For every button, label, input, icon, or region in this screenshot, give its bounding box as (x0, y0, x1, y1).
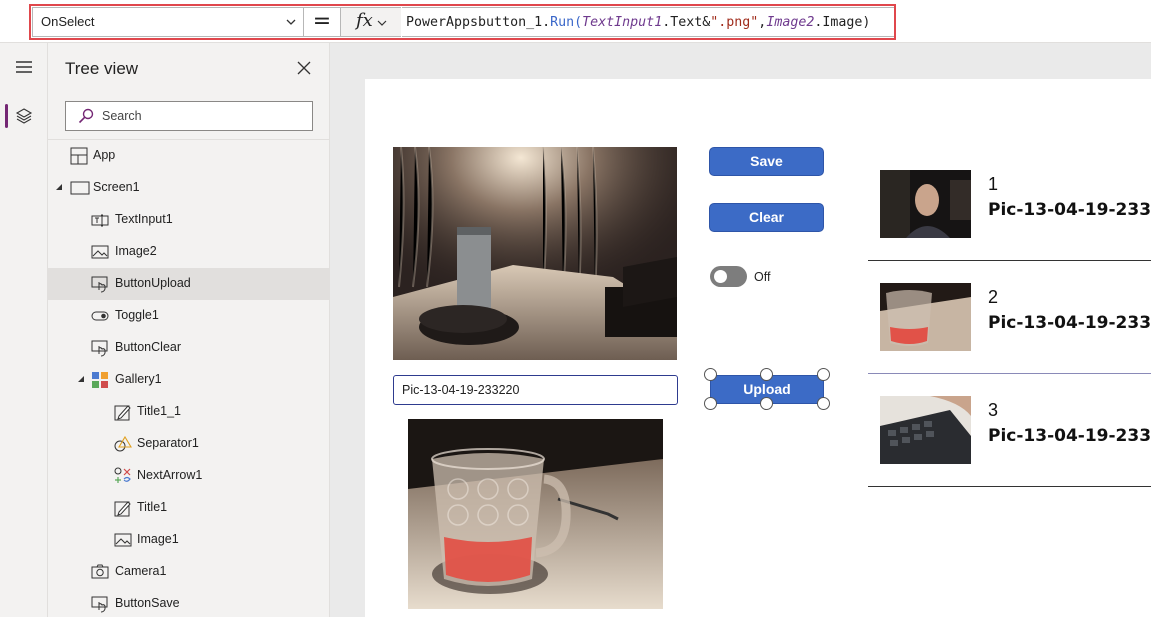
gallery-item-number: 1 (988, 174, 999, 194)
tree-search-box[interactable] (65, 101, 313, 131)
tree-item-textinput1[interactable]: TextInput1 (48, 204, 330, 236)
button-icon (91, 596, 108, 613)
tree-item-label: Image1 (137, 532, 179, 546)
gallery-thumbnail (880, 283, 971, 351)
room-photo (393, 147, 677, 360)
gallery-item-title: Pic-13-04-19-233222 (988, 313, 1151, 333)
resize-handle[interactable] (704, 368, 717, 381)
tree-item-label: ButtonClear (115, 340, 182, 354)
gallery-icon (92, 372, 108, 388)
tree-item-label: Camera1 (115, 564, 167, 578)
gallery-item[interactable]: 2 Pic-13-04-19-233222 (868, 261, 1151, 374)
formula-bar: OnSelect = fx PowerAppsbutton_1.Run(Text… (0, 0, 1151, 43)
tree-item-image2[interactable]: Image2 (48, 236, 330, 268)
tree-item-buttonsave[interactable]: ButtonSave (48, 588, 330, 617)
close-icon[interactable] (296, 60, 312, 76)
image-icon (114, 533, 132, 547)
gallery-thumbnail (880, 396, 971, 464)
gallery-item-title: Pic-13-04-19-233220 (988, 200, 1151, 220)
tree-item-title1[interactable]: Title1 (48, 492, 330, 524)
tree-item-separator1[interactable]: Separator1 (48, 428, 330, 460)
gallery-item-title: Pic-13-04-19-233224 (988, 426, 1151, 446)
gallery-item[interactable]: 1 Pic-13-04-19-233220 (868, 148, 1151, 261)
resize-handle[interactable] (817, 397, 830, 410)
gallery-thumbnail (880, 170, 971, 238)
tree-item-buttonclear[interactable]: ButtonClear (48, 332, 330, 364)
active-indicator (5, 104, 8, 128)
screen-icon (70, 181, 90, 195)
label-icon (114, 501, 131, 517)
gallery-item[interactable]: 3 Pic-13-04-19-233224 (868, 374, 1151, 487)
keyboard-thumbnail (880, 396, 971, 464)
clear-button[interactable]: Clear (709, 203, 824, 232)
toggle-label: Off (754, 270, 771, 284)
tree-view-title: Tree view (65, 59, 139, 78)
tree-item-title1-1[interactable]: Title1_1 (48, 396, 330, 428)
shapes-icon (114, 435, 132, 452)
search-icon (78, 108, 94, 124)
text-input-icon (91, 214, 109, 227)
tree-item-label: TextInput1 (115, 212, 173, 226)
layers-icon (15, 108, 33, 124)
tree-item-gallery1[interactable]: Gallery1 (48, 364, 330, 396)
button-icon (91, 340, 108, 357)
tree-item-label: ButtonSave (115, 596, 180, 610)
tree-item-label: App (93, 148, 116, 162)
icons-icon (114, 467, 131, 483)
tree-item-toggle1[interactable]: Toggle1 (48, 300, 330, 332)
tree-item-label: Toggle1 (115, 308, 159, 322)
image-preview[interactable] (393, 147, 677, 360)
toggle-switch[interactable] (710, 266, 747, 287)
gallery-separator (868, 486, 1151, 487)
toggle-icon (91, 311, 109, 321)
camera-icon (91, 564, 109, 579)
tree-item-buttonupload[interactable]: ButtonUpload (48, 268, 330, 300)
tree-view-nav-button[interactable] (0, 100, 48, 132)
formula-highlight-box (29, 4, 896, 40)
tree-item-screen1[interactable]: Screen1 (48, 172, 330, 204)
resize-handle[interactable] (704, 397, 717, 410)
gallery-item-number: 2 (988, 287, 999, 307)
face-photo (880, 170, 971, 238)
label-icon (114, 405, 131, 421)
save-button[interactable]: Save (709, 147, 824, 176)
image-icon (91, 245, 109, 259)
tree-item-image1[interactable]: Image1 (48, 524, 330, 556)
resize-handle[interactable] (817, 368, 830, 381)
filename-text-input[interactable] (393, 375, 678, 405)
search-input[interactable] (102, 107, 302, 125)
caret-expanded-icon (56, 184, 62, 190)
tree-item-label: NextArrow1 (137, 468, 203, 482)
tree-item-camera1[interactable]: Camera1 (48, 556, 330, 588)
resize-handle[interactable] (760, 368, 773, 381)
glass-photo (408, 419, 663, 609)
caret-expanded-icon (78, 376, 84, 382)
powerapps-studio: OnSelect = fx PowerAppsbutton_1.Run(Text… (0, 0, 1151, 617)
tree-item-label: Gallery1 (115, 372, 162, 386)
resize-handle[interactable] (760, 397, 773, 410)
tree-item-label: ButtonUpload (115, 276, 191, 290)
glass-thumbnail (880, 283, 971, 351)
tree-view-panel: Tree view App Screen1 TextInput1 Image2 (48, 43, 330, 617)
tree-item-label: Separator1 (137, 436, 199, 450)
tree-item-nextarrow1[interactable]: NextArrow1 (48, 460, 330, 492)
gallery-item-number: 3 (988, 400, 999, 420)
toggle-knob (714, 270, 727, 283)
hamburger-menu-icon[interactable] (14, 59, 34, 75)
tree-item-app[interactable]: App (48, 140, 330, 172)
tree-item-label: Title1 (137, 500, 168, 514)
tree-item-label: Image2 (115, 244, 157, 258)
tree-item-label: Title1_1 (137, 404, 182, 418)
left-rail (0, 43, 48, 617)
tree-item-label: Screen1 (93, 180, 140, 194)
app-icon (70, 147, 88, 165)
camera-preview[interactable] (408, 419, 663, 609)
button-icon (91, 276, 108, 293)
